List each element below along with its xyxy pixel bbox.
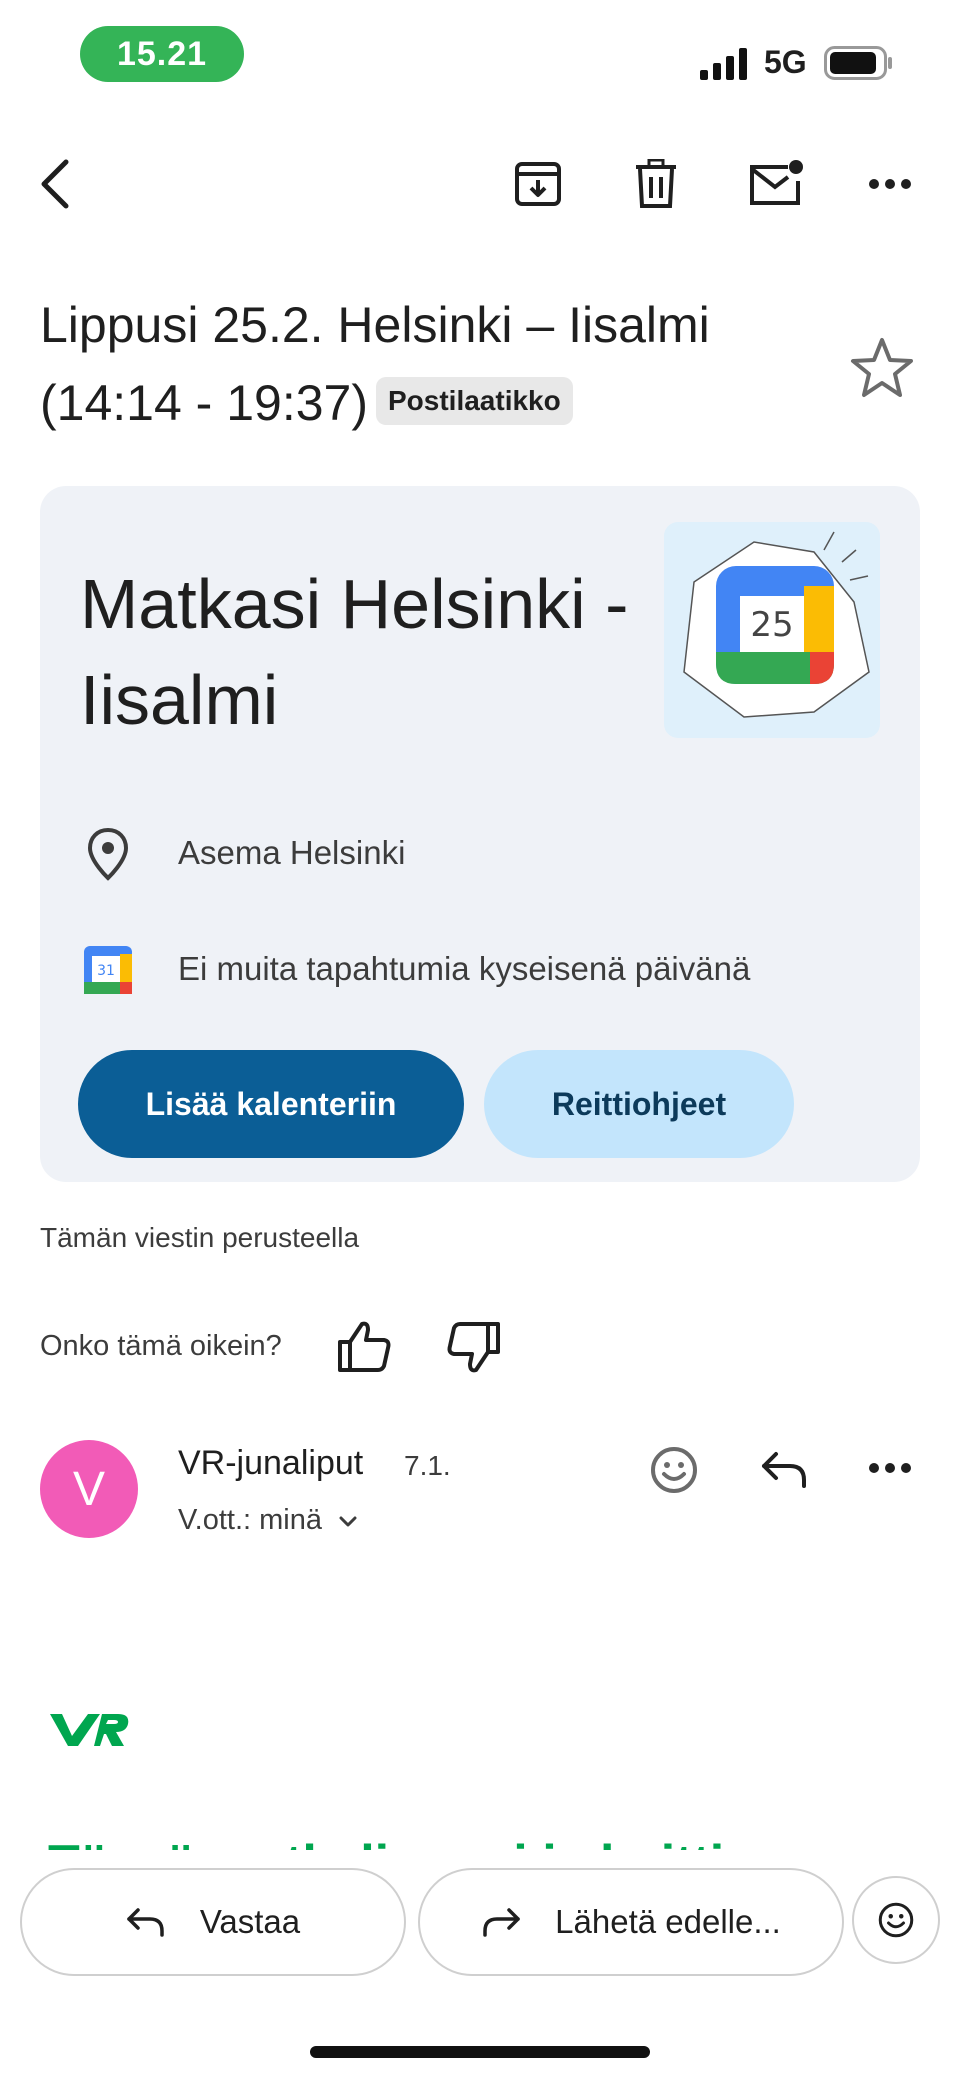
trash-icon [636,159,676,208]
network-type: 5G [764,44,807,80]
reply-label: Vastaa [199,1903,301,1940]
google-calendar-icon: 31 [84,946,132,994]
forward-arrow-icon [483,1908,520,1937]
directions-button[interactable]: Reittiohjeet [484,1050,794,1158]
forward-label: Lähetä edelle... [555,1903,781,1940]
mail-unread-icon [750,160,803,205]
forward-button[interactable]: Lähetä edelle... [418,1868,844,1976]
inbox-label-chip[interactable]: Postilaatikko [375,376,573,425]
subject-title: Lippusi 25.2. Helsinki – Iisalmi (14:14 … [40,297,710,431]
smiley-icon [878,1902,914,1938]
reply-arrow-icon [127,1908,164,1937]
recipient-details-toggle[interactable]: V.ott.: minä [178,1504,358,1537]
location-pin-icon [87,827,129,881]
message-date: 7.1. [404,1450,451,1481]
emoji-react-button[interactable] [852,1876,940,1964]
calendar-illustration: 25 [664,522,880,738]
calendar-availability-text: Ei muita tapahtumia kyseisenä päivänä [178,950,751,987]
sender-avatar[interactable]: V [40,1440,138,1538]
archive-button[interactable] [508,154,568,214]
star-icon[interactable] [850,336,914,400]
email-subject: Lippusi 25.2. Helsinki – Iisalmi (14:14 … [40,286,820,442]
calendar-icon-day: 31 [97,963,115,979]
card-source-note: Tämän viestin perusteella [40,1222,360,1253]
reply-button[interactable]: Vastaa [20,1868,406,1976]
more-options-button[interactable] [860,154,920,214]
recipient-text: V.ott.: minä [178,1504,323,1536]
archive-icon [515,162,561,206]
chevron-down-icon [339,1516,357,1527]
reply-icon[interactable] [760,1450,808,1490]
more-horizontal-icon [869,179,911,189]
delete-button[interactable] [626,154,686,214]
add-to-calendar-button[interactable]: Lisää kalenteriin [78,1050,464,1158]
emoji-reaction-icon[interactable] [650,1446,698,1494]
back-button[interactable] [26,154,86,214]
thumbs-up-icon[interactable] [336,1318,392,1374]
email-body-heading: Tässä matkalippusi ja kuitti [48,1818,724,1850]
illustration-day-number: 25 [750,605,793,645]
message-more-icon[interactable] [868,1462,912,1474]
thumbs-down-icon[interactable] [446,1320,502,1376]
mark-unread-button[interactable] [746,154,806,214]
location-text: Asema Helsinki [178,834,406,871]
chevron-left-icon [41,159,69,209]
sender-name: VR-junaliput [178,1444,364,1482]
battery-icon [824,46,892,80]
signal-strength-icon [700,48,747,80]
vr-logo [50,1714,129,1746]
feedback-question: Onko tämä oikein? [40,1330,282,1362]
home-indicator[interactable] [310,2046,650,2058]
status-time: 15.21 [80,26,244,82]
card-title: Matkasi Helsinki - Iisalmi [80,565,629,739]
